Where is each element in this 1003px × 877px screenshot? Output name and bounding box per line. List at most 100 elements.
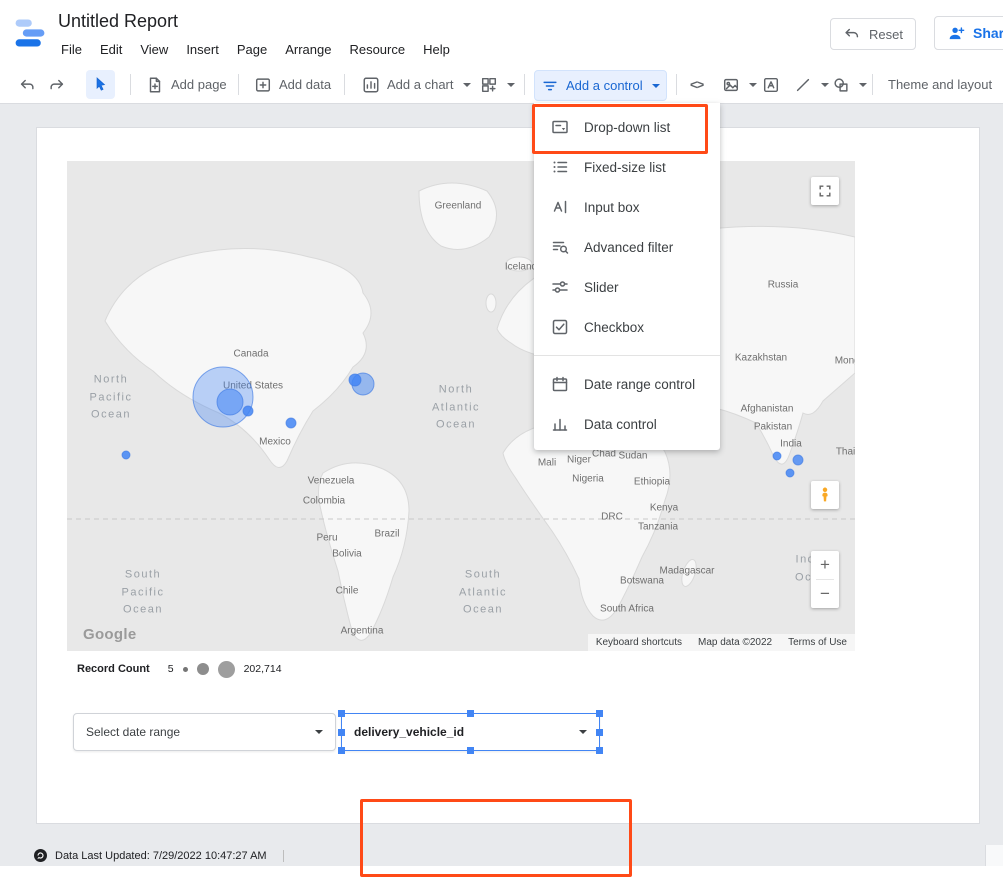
menu-item-input-box[interactable]: Input box [534,187,720,227]
share-label: Share [973,25,1003,41]
chevron-down-icon [507,83,515,87]
menu-file[interactable]: File [52,40,91,59]
image-icon [722,76,740,94]
shape-icon [832,76,850,94]
add-data-label: Add data [279,77,331,92]
person-add-icon [947,24,965,42]
calendar-icon [550,374,570,394]
shape-tool-button[interactable] [826,70,873,99]
menu-resource[interactable]: Resource [340,40,414,59]
add-chart-icon [362,76,380,94]
report-page[interactable]: GreenlandIcelandCanadaRussiaKazakhstanMo… [36,127,980,824]
terms-of-use-link[interactable]: Terms of Use [788,637,847,648]
embed-url-button[interactable]: <> [684,70,709,99]
zoom-out-button[interactable]: − [811,580,839,608]
add-page-icon [146,76,164,94]
reset-button[interactable]: Reset [830,18,916,50]
menu-item-slider[interactable]: Slider [534,267,720,307]
fullscreen-icon [817,183,833,199]
menu-item-data-control[interactable]: Data control [534,404,720,444]
fullscreen-button[interactable] [811,177,839,205]
menu-item-date-range-control[interactable]: Date range control [534,364,720,404]
datastudio-logo [12,15,48,51]
embed-icon: <> [690,77,703,92]
community-visualizations-button[interactable] [474,70,521,99]
resize-handle[interactable] [596,747,603,754]
legend-dot-medium [197,663,209,675]
add-page-button[interactable]: Add page [140,70,233,99]
menu-divider [534,355,720,356]
chevron-down-icon [463,83,471,87]
select-tool-button[interactable] [86,70,115,99]
community-viz-icon [480,76,498,94]
toolbar-separator [524,74,525,95]
fixed-size-list-icon [550,157,570,177]
menu-item-dropdown-list[interactable]: Drop-down list [534,107,720,147]
add-control-menu: Drop-down list Fixed-size list Input box… [534,103,720,450]
advanced-filter-icon [550,237,570,257]
resize-handle[interactable] [467,710,474,717]
resize-handle[interactable] [467,747,474,754]
menu-item-label: Data control [584,417,657,432]
pegman-icon [817,486,833,504]
menu-item-advanced-filter[interactable]: Advanced filter [534,227,720,267]
resize-handle[interactable] [338,747,345,754]
resize-handle[interactable] [338,710,345,717]
resize-handle[interactable] [338,729,345,736]
data-control-icon [550,414,570,434]
menu-item-checkbox[interactable]: Checkbox [534,307,720,347]
report-title[interactable]: Untitled Report [58,11,178,32]
menu-item-label: Date range control [584,377,695,392]
map-bubble [349,374,361,386]
resize-handle[interactable] [596,729,603,736]
map-bubble [122,451,130,459]
add-data-icon [254,76,272,94]
add-control-button[interactable]: Add a control [534,70,667,101]
dropdown-list-icon [550,117,570,137]
toolbar-separator [238,74,239,95]
legend-dot-small [183,667,188,672]
menu-item-label: Drop-down list [584,120,670,135]
legend-max-value: 202,714 [244,663,282,675]
text-box-button[interactable] [756,70,786,99]
menu-insert[interactable]: Insert [177,40,228,59]
menu-item-fixed-size-list[interactable]: Fixed-size list [534,147,720,187]
pegman-button[interactable] [811,481,839,509]
resize-handle[interactable] [596,710,603,717]
status-divider [283,850,284,862]
theme-layout-button[interactable]: Theme and layout [882,70,998,99]
toolbar: Add page Add data Add a chart Add a cont… [0,66,1003,104]
toolbar-separator [676,74,677,95]
input-box-icon [550,197,570,217]
add-page-label: Add page [171,77,227,92]
dropdown-field-label: delivery_vehicle_id [354,725,464,739]
legend-dot-large [218,661,235,678]
map-bubble [773,452,781,460]
line-icon [794,76,812,94]
undo-button[interactable] [12,70,42,99]
menu-item-label: Checkbox [584,320,644,335]
redo-icon [48,76,66,94]
chevron-down-icon [652,84,660,88]
legend-metric-label: Record Count [77,663,150,675]
menu-help[interactable]: Help [414,40,459,59]
redo-button[interactable] [42,70,72,99]
map-bubble [217,389,243,415]
toolbar-separator [872,74,873,95]
menu-edit[interactable]: Edit [91,40,131,59]
menu-page[interactable]: Page [228,40,276,59]
geo-bubble-map[interactable]: GreenlandIcelandCanadaRussiaKazakhstanMo… [67,161,855,651]
menu-arrange[interactable]: Arrange [276,40,340,59]
menu-view[interactable]: View [131,40,177,59]
text-box-icon [762,76,780,94]
chevron-down-icon [859,83,867,87]
share-button[interactable]: Share [934,16,1003,50]
keyboard-shortcuts-link[interactable]: Keyboard shortcuts [596,637,682,648]
zoom-in-button[interactable]: + [811,551,839,579]
dropdown-control-delivery-vehicle-id[interactable]: delivery_vehicle_id [341,713,600,751]
add-data-button[interactable]: Add data [248,70,337,99]
date-range-control[interactable]: Select date range [73,713,336,751]
add-chart-button[interactable]: Add a chart [356,70,477,99]
theme-layout-label: Theme and layout [888,77,992,92]
date-range-label: Select date range [86,725,180,739]
